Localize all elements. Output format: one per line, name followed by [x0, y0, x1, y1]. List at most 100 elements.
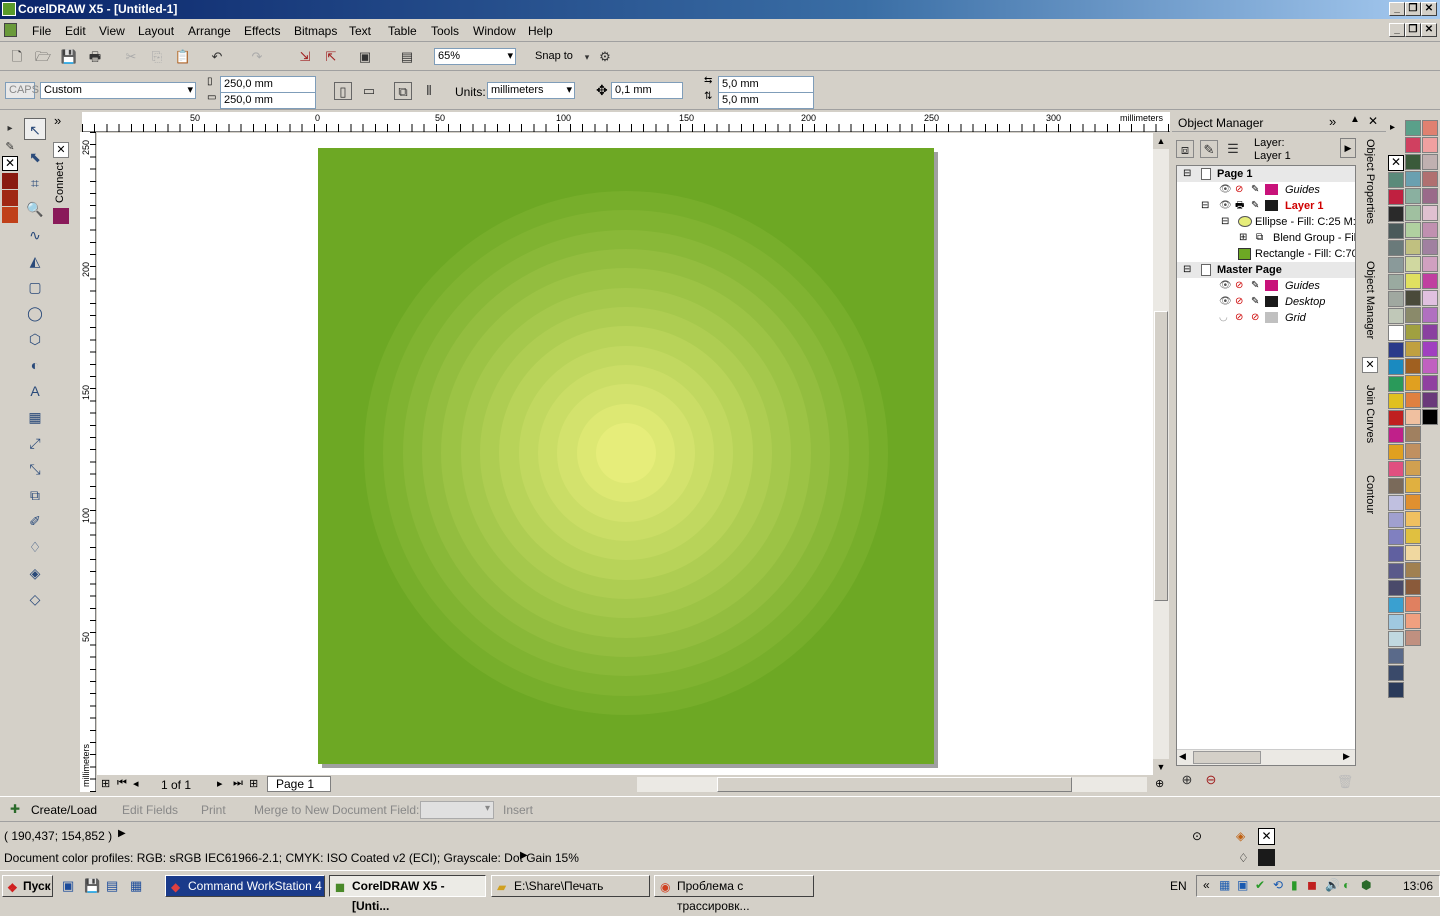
coords-menu-icon[interactable]: ▶	[118, 828, 126, 839]
doc-minimize-button[interactable]: _	[1389, 23, 1405, 37]
layer-manager-icon[interactable]: ☰	[1224, 140, 1242, 158]
palette-swatch[interactable]	[1388, 206, 1404, 222]
edit-icon[interactable]: ✎	[1251, 294, 1259, 310]
palette-swatch[interactable]	[1405, 409, 1421, 425]
palette-swatch[interactable]	[1388, 240, 1404, 256]
edit-icon[interactable]: ✎	[1251, 278, 1259, 294]
task-browser[interactable]: ◉ Проблема с трассировк...	[654, 875, 814, 913]
palette-swatch[interactable]	[1422, 409, 1438, 425]
palette-swatch[interactable]	[1422, 188, 1438, 204]
tray-nvidia-icon[interactable]: ◐	[1343, 878, 1350, 892]
palette-swatch[interactable]	[1388, 257, 1404, 273]
restore-button[interactable]: ❐	[1405, 2, 1421, 16]
tray-sync-icon[interactable]: ⟲	[1273, 878, 1283, 892]
create-load-button[interactable]: Create/Load	[31, 803, 97, 817]
palette-swatch[interactable]	[1405, 426, 1421, 442]
tab-join-curves[interactable]: Join Curves	[1364, 385, 1376, 443]
menu-tools[interactable]: Tools	[431, 24, 459, 38]
palette-swatch[interactable]	[1422, 205, 1438, 221]
palette-swatch[interactable]	[1405, 171, 1421, 187]
print-disabled-icon[interactable]: ⊘	[1235, 310, 1243, 326]
palette-swatch[interactable]	[1388, 291, 1404, 307]
snap-to-label[interactable]: Snap to	[535, 50, 573, 62]
quicklaunch-calc-icon[interactable]: ▤	[106, 878, 118, 894]
print-button[interactable]: Print	[201, 803, 226, 817]
palette-swatch[interactable]	[1405, 256, 1421, 272]
palette-swatch[interactable]	[1405, 188, 1421, 204]
table-tool-icon[interactable]: ▦	[24, 406, 46, 428]
landscape-icon[interactable]: ▭	[360, 82, 378, 100]
save-icon[interactable]: 💾	[60, 48, 78, 66]
page-width-input[interactable]: 250,0 mm	[220, 76, 316, 93]
palette-swatch[interactable]	[1388, 189, 1404, 205]
palette-swatch[interactable]	[1422, 290, 1438, 306]
eye-icon[interactable]: 👁	[1219, 182, 1232, 198]
no-fill-swatch[interactable]: ✕	[2, 156, 18, 171]
no-color-swatch[interactable]: ✕	[1388, 155, 1404, 171]
tree-desktop[interactable]: 👁 ⊘ ✎ Desktop	[1177, 294, 1355, 310]
scroll-thumb[interactable]	[1154, 311, 1168, 601]
rectangle-tool-icon[interactable]: ▢	[24, 276, 46, 298]
palette-swatch[interactable]	[1405, 443, 1421, 459]
polygon-tool-icon[interactable]: ⬡	[24, 328, 46, 350]
palette-swatch[interactable]	[1388, 495, 1404, 511]
palette-swatch[interactable]	[1405, 222, 1421, 238]
all-pages-icon[interactable]: ⧉	[394, 82, 412, 100]
palette-swatch[interactable]	[1405, 596, 1421, 612]
tray-check-icon[interactable]: ✔	[1255, 878, 1265, 892]
edit-icon[interactable]: ✎	[1251, 182, 1259, 198]
tree-guides[interactable]: 👁 ⊘ ✎ Guides	[1177, 182, 1355, 198]
scroll-down-button[interactable]: ▼	[1153, 759, 1169, 775]
trash-icon[interactable]: 🗑	[1336, 773, 1354, 791]
outline-tool-icon[interactable]: ♢	[24, 536, 46, 558]
tree-layer-1[interactable]: ⊟ 👁 🖶 ✎ Layer 1	[1177, 198, 1355, 214]
print-disabled-icon[interactable]: ⊘	[1235, 182, 1243, 198]
connect-close-icon[interactable]: ✕	[53, 142, 69, 158]
palette-swatch[interactable]	[1422, 375, 1438, 391]
redo-icon[interactable]: ↷	[248, 48, 266, 66]
palette-swatch[interactable]	[1422, 120, 1438, 136]
palette-swatch[interactable]	[1405, 630, 1421, 646]
palette-swatch[interactable]	[1405, 477, 1421, 493]
palette-swatch[interactable]	[1405, 511, 1421, 527]
menu-layout[interactable]: Layout	[138, 24, 174, 38]
menu-view[interactable]: View	[99, 24, 125, 38]
new-layer-icon[interactable]: ⊕	[1178, 771, 1196, 789]
quicklaunch-save-icon[interactable]: 💾	[84, 878, 100, 894]
fill-none-swatch[interactable]: ✕	[1258, 828, 1275, 845]
interactive-fill-tool-icon[interactable]: ◇	[24, 588, 46, 610]
play-icon[interactable]: ▸	[1, 120, 19, 138]
smart-fill-tool-icon[interactable]: ◭	[24, 250, 46, 272]
print-icon[interactable]: 🖶	[86, 48, 104, 66]
palette-swatch[interactable]	[1388, 546, 1404, 562]
field-select[interactable]: ▾	[420, 801, 494, 819]
eyedropper-icon[interactable]: ✎	[1, 138, 19, 156]
tree-master-guides[interactable]: 👁 ⊘ ✎ Guides	[1177, 278, 1355, 294]
tab-object-properties[interactable]: Object Properties	[1364, 139, 1376, 224]
eye-icon[interactable]: 👁	[1219, 294, 1232, 310]
tree-grid[interactable]: ◡ ⊘ ⊘ Grid	[1177, 310, 1355, 326]
swatch-orange-red[interactable]	[2, 207, 18, 223]
palette-swatch[interactable]	[1388, 631, 1404, 647]
palette-swatch[interactable]	[1388, 529, 1404, 545]
dimension-tool-icon[interactable]: ⤢	[24, 432, 46, 454]
zoom-select[interactable]: 65% ▾	[434, 48, 516, 65]
edit-across-layers-icon[interactable]: ✎	[1200, 140, 1218, 158]
close-button[interactable]: ✕	[1421, 2, 1437, 16]
import-icon[interactable]: ⇲	[296, 48, 314, 66]
tray-expand-icon[interactable]: «	[1203, 878, 1210, 892]
start-button[interactable]: ❖ Пуск	[2, 875, 53, 897]
menu-text[interactable]: Text	[349, 24, 371, 38]
palette-swatch[interactable]	[1388, 376, 1404, 392]
tree-page-1[interactable]: ⊟ Page 1	[1177, 166, 1355, 182]
palette-swatch[interactable]	[1388, 665, 1404, 681]
options-icon[interactable]: ⚙	[596, 48, 614, 66]
palette-swatch[interactable]	[1388, 427, 1404, 443]
palette-swatch[interactable]	[1388, 325, 1404, 341]
palette-swatch[interactable]	[1405, 290, 1421, 306]
palette-swatch[interactable]	[1388, 342, 1404, 358]
eye-icon[interactable]: 👁	[1219, 198, 1232, 214]
show-properties-icon[interactable]: ⧈	[1176, 140, 1194, 158]
palette-swatch[interactable]	[1405, 613, 1421, 629]
freehand-tool-icon[interactable]: ∿	[24, 224, 46, 246]
